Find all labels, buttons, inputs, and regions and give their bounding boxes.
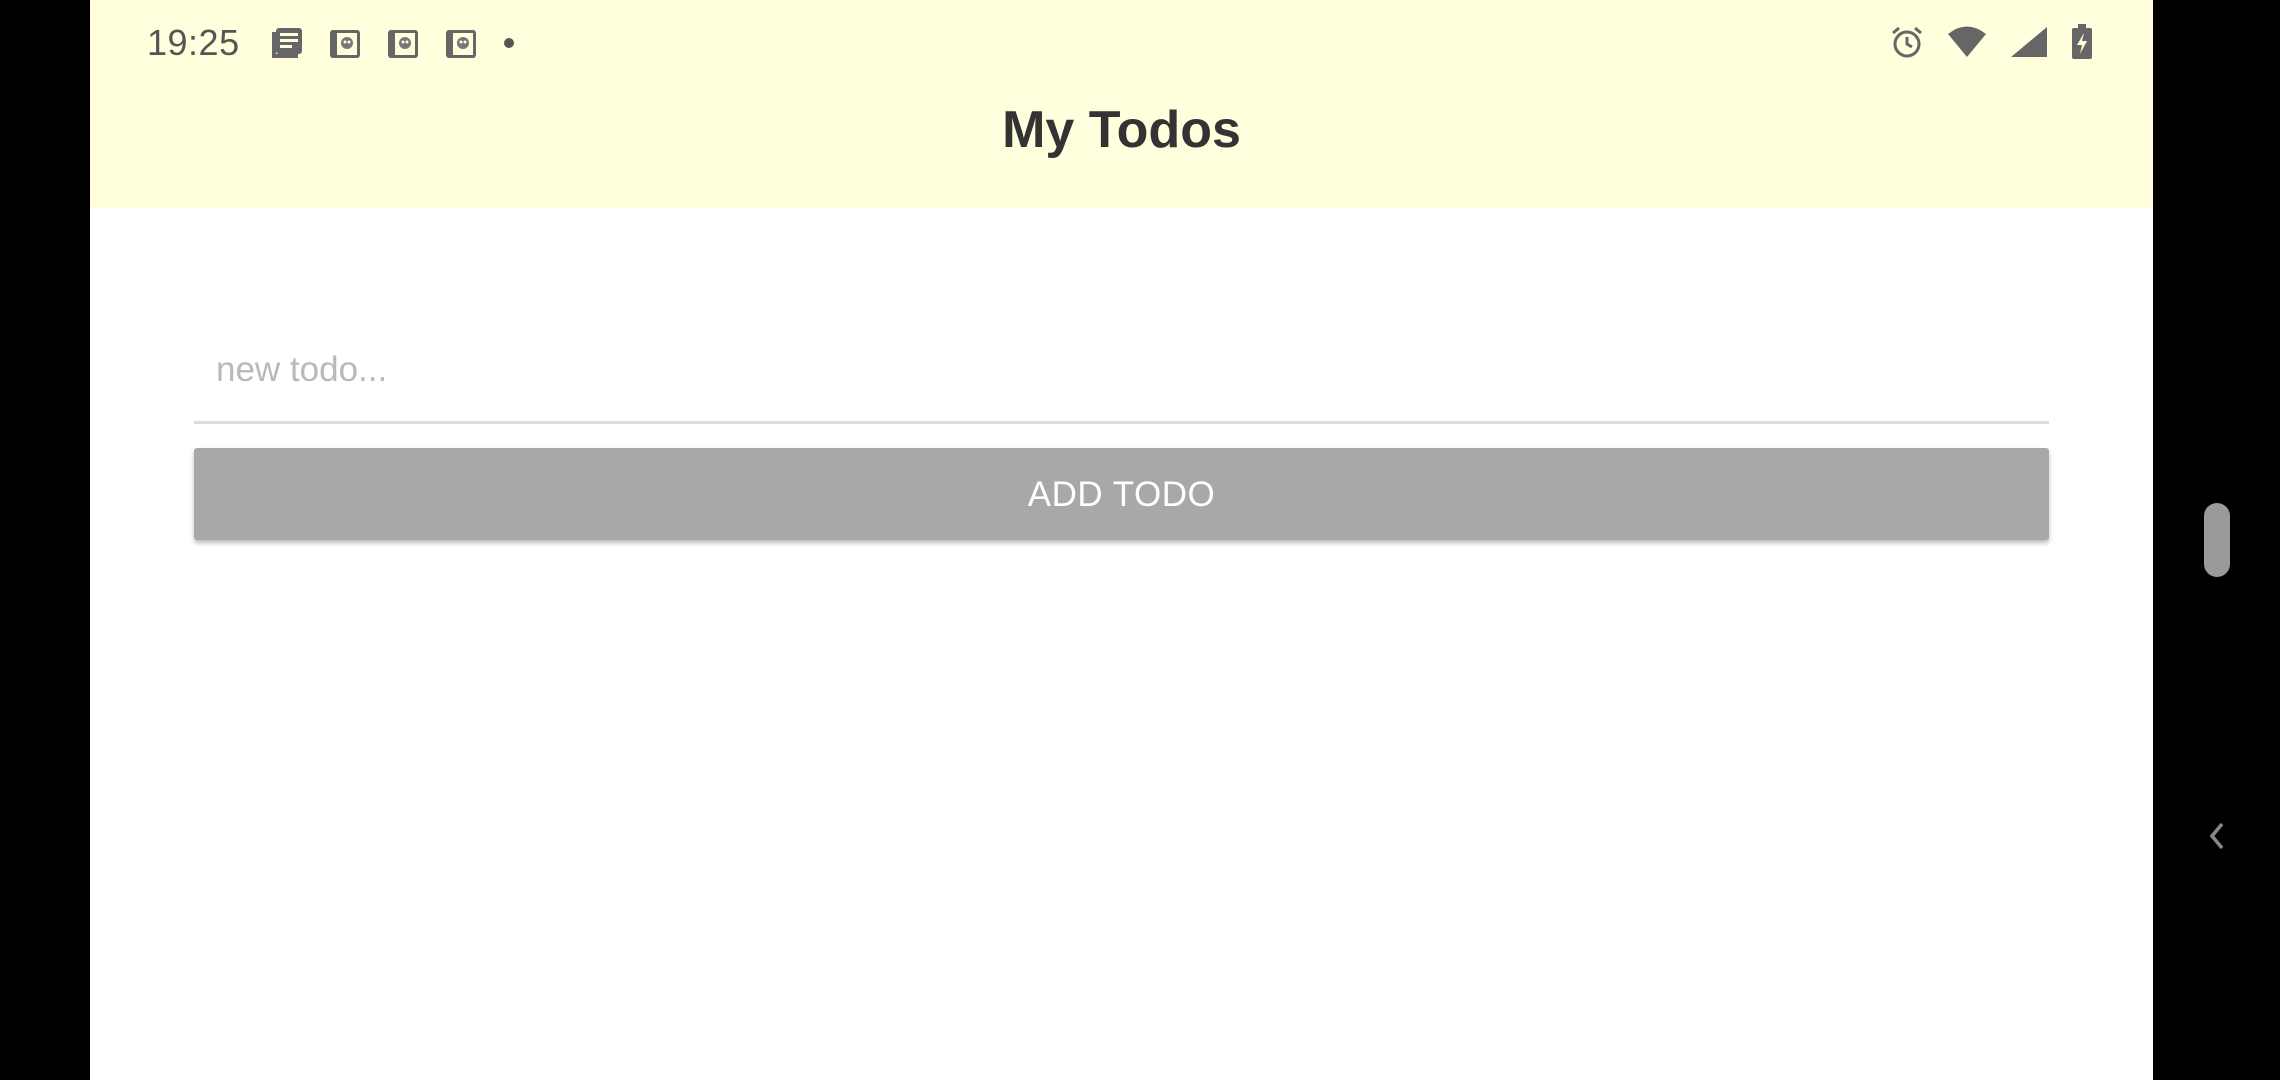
add-todo-button[interactable]: ADD TODO (194, 448, 2049, 540)
system-status-icons (1889, 24, 2093, 60)
new-todo-input[interactable] (194, 335, 2049, 405)
notification-icons (270, 26, 516, 60)
status-time: 19:25 (147, 22, 240, 63)
app-header: 19:25 My Todos (90, 0, 2153, 208)
alarm-icon (1889, 24, 1925, 60)
news-icon (270, 26, 304, 60)
scroll-handle[interactable] (2204, 503, 2230, 577)
more-notifications-dot-icon (502, 36, 516, 50)
todo-input-container (194, 335, 2049, 424)
app-notification-icon (328, 26, 362, 60)
status-bar: 19:25 (90, 0, 2153, 90)
app-notification-icon (444, 26, 478, 60)
chevron-left-icon[interactable] (2204, 818, 2230, 854)
app-screen: 19:25 My Todos new todo... ADD TODO (90, 0, 2153, 1080)
cellular-signal-icon (2009, 25, 2049, 59)
app-notification-icon (386, 26, 420, 60)
wifi-icon (1947, 25, 1987, 59)
page-title: My Todos (1002, 101, 1241, 159)
battery-charging-icon (2071, 24, 2093, 60)
